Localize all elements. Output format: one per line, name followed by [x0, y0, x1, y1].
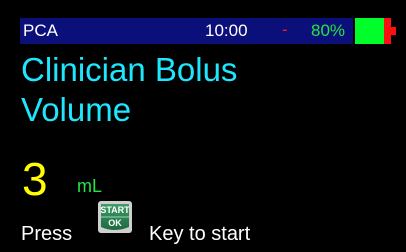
- status-bar: PCA 10:00 - 80%: [20, 18, 353, 44]
- mode-label: PCA: [23, 21, 58, 40]
- pump-screen: PCA 10:00 - 80% Clinician Bolus Volume 3…: [0, 0, 406, 252]
- title-line-1: Clinician Bolus: [21, 51, 238, 88]
- bolus-volume-value: 3: [22, 153, 48, 205]
- clock: 10:00: [205, 21, 248, 40]
- status-separator: -: [282, 20, 288, 39]
- battery-percent: 80%: [311, 21, 346, 40]
- key-top-label: START: [100, 205, 130, 215]
- instruction-prefix: Press: [21, 223, 73, 245]
- battery-empty-portion: [384, 18, 391, 44]
- bolus-volume-unit: mL: [77, 176, 103, 196]
- battery-charge-level: [355, 18, 384, 44]
- battery-terminal: [391, 27, 396, 35]
- instruction-suffix: Key to start: [149, 223, 251, 245]
- start-ok-key-icon[interactable]: START OK: [97, 200, 133, 234]
- title-line-2: Volume: [21, 91, 132, 128]
- battery-icon: [355, 18, 396, 44]
- screen-title: Clinician Bolus Volume: [21, 50, 391, 130]
- key-bottom-label: OK: [108, 218, 122, 228]
